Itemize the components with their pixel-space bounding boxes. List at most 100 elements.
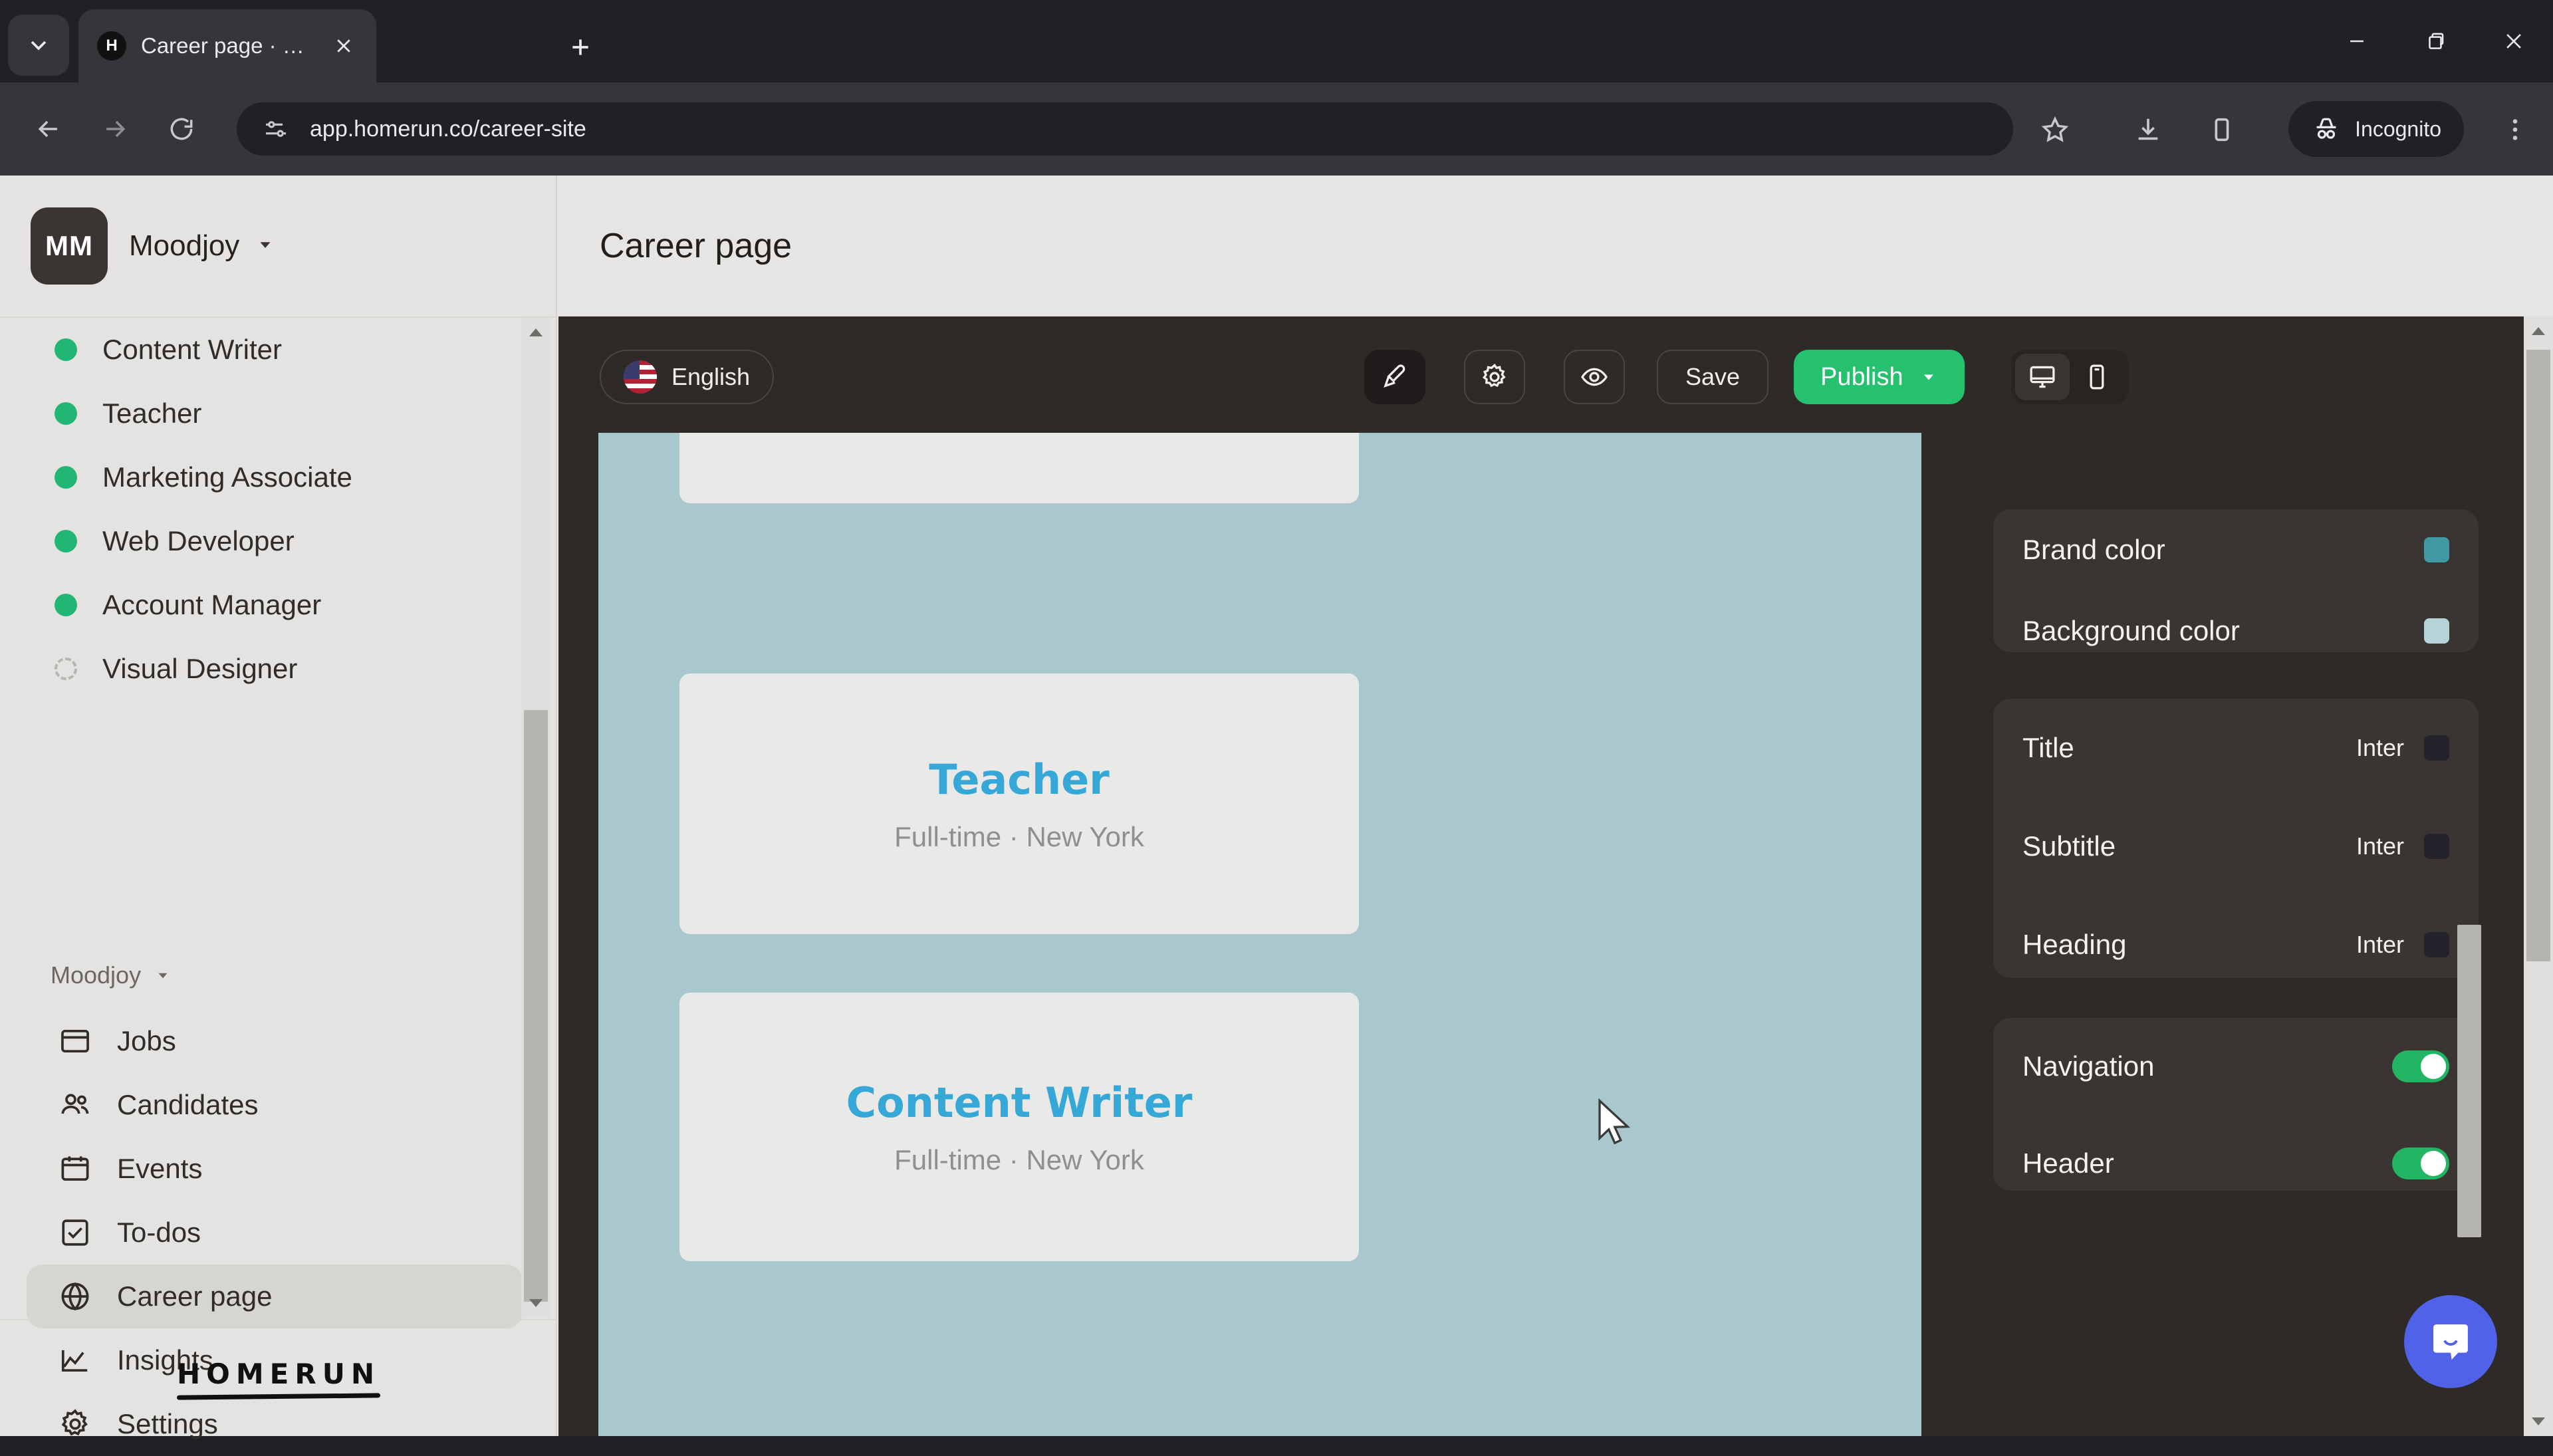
forward-button[interactable] [90,104,140,154]
nav-group-label: Moodjoy [51,961,142,989]
page-scrollbar-thumb[interactable] [2526,350,2550,961]
back-button[interactable] [24,104,73,154]
maximize-icon [2429,33,2444,49]
background-color-row[interactable]: Background color [2022,590,2449,671]
checkbox-icon [56,1213,94,1252]
font-name: Inter [2356,931,2404,958]
job-list-item[interactable]: Visual Designer [0,637,557,701]
save-button[interactable]: Save [1657,350,1768,404]
us-flag-icon [624,360,657,394]
page-title: Career page [600,227,792,265]
navigation-toggle-row[interactable]: Navigation [2022,1018,2449,1115]
settings-tool-button[interactable] [1464,350,1525,404]
job-card-title: Content Writer [846,1078,1193,1127]
header-toggle-row[interactable]: Header [2022,1115,2449,1212]
job-list-item[interactable]: Teacher [0,382,557,445]
page-header: Career page [558,176,2553,316]
page-scrollbar[interactable] [2524,316,2553,1436]
bookmark-button[interactable] [2036,110,2074,149]
style-panel-scrollbar[interactable] [2455,925,2484,1244]
workspace-initials: MM [45,230,93,261]
device-mobile-button[interactable] [2070,354,2124,400]
scroll-down-button[interactable] [521,1288,550,1318]
tab-search-button[interactable] [8,15,69,76]
design-tool-button[interactable] [1364,350,1425,404]
workspace-switcher[interactable]: MM Moodjoy [0,176,557,318]
navigation-toggle[interactable] [2392,1050,2449,1082]
device-desktop-button[interactable] [2015,354,2070,400]
style-panel-scrollbar-thumb[interactable] [2457,925,2481,1237]
homerun-logo: HOMERUN [177,1358,380,1400]
background-color-swatch[interactable] [2424,618,2449,644]
job-list-item[interactable]: Account Manager [0,573,557,637]
scroll-up-button[interactable] [2524,316,2553,346]
close-tab-button[interactable] [328,31,359,61]
browser-tab[interactable]: H Career page · Homerun [78,9,376,82]
people-icon [56,1086,94,1124]
scroll-down-button[interactable] [2524,1407,2553,1436]
job-card[interactable]: Teacher Full-time · New York [679,673,1359,934]
site-info-button[interactable] [259,112,293,146]
intercom-launcher-button[interactable] [2404,1295,2497,1388]
job-list-item[interactable]: Marketing Associate [0,445,557,509]
typography-color-swatch[interactable] [2424,834,2449,859]
nav-group-switcher[interactable]: Moodjoy [51,961,172,989]
gear-icon [1483,363,1506,388]
typography-row-title[interactable]: Title Inter [2022,699,2449,797]
font-name: Inter [2356,734,2404,761]
incognito-indicator[interactable]: Incognito [2288,101,2464,157]
new-tab-button[interactable] [558,25,602,69]
side-panel-button[interactable] [2202,110,2241,149]
job-card-partial[interactable] [679,433,1359,503]
sidebar-item-todos[interactable]: To-dos [27,1201,523,1265]
brand-color-row[interactable]: Brand color [2022,509,2449,590]
job-label: Visual Designer [102,653,298,684]
forward-arrow-icon [106,120,126,138]
header-toggle[interactable] [2392,1148,2449,1179]
career-page-preview[interactable]: Teacher Full-time · New York Content Wri… [598,433,1921,1436]
sidebar-scrollbar[interactable] [521,318,550,1318]
brand-color-swatch[interactable] [2424,537,2449,562]
scroll-up-button[interactable] [521,318,550,347]
preview-tool-button[interactable] [1564,350,1625,404]
typography-label: Heading [2022,929,2127,960]
toggle-knob [2421,1054,2446,1079]
sidebar-item-label: Career page [117,1280,273,1312]
career-page-editor: English Save Publish Teacher Full-time ·… [558,316,2553,1436]
status-dot-open [55,402,77,425]
status-dot-draft [55,658,77,680]
globe-icon [56,1277,94,1316]
job-card[interactable]: Content Writer Full-time · New York [679,993,1359,1261]
reload-button[interactable] [157,104,206,154]
publish-button[interactable]: Publish [1794,350,1965,404]
typography-color-swatch[interactable] [2424,735,2449,761]
style-panel: Brand color Background color Title Inter… [1981,433,2513,1436]
minimize-button[interactable] [2318,0,2396,82]
job-list-item[interactable]: Content Writer [0,318,557,382]
downloads-button[interactable] [2129,110,2167,149]
status-dot-open [55,466,77,489]
kebab-menu-icon [2512,119,2518,140]
window-close-button[interactable] [2475,0,2553,82]
typography-color-swatch[interactable] [2424,932,2449,957]
caret-down-icon [2532,1417,2545,1425]
tab-favicon: H [97,31,126,61]
job-list-item[interactable]: Web Developer [0,509,557,573]
phone-icon [2090,364,2104,390]
job-label: Web Developer [102,525,295,556]
download-icon [2138,118,2158,140]
job-list: Content Writer Teacher Marketing Associa… [0,318,557,1036]
sidebar-item-label: To-dos [117,1217,201,1248]
language-selector[interactable]: English [600,350,775,404]
typography-row-subtitle[interactable]: Subtitle Inter [2022,797,2449,896]
typography-row-heading[interactable]: Heading Inter [2022,896,2449,994]
sidebar-scrollbar-thumb[interactable] [524,710,548,1302]
sidebar-item-jobs[interactable]: Jobs [27,1009,523,1073]
sidebar-item-candidates[interactable]: Candidates [27,1073,523,1137]
sidebar-item-events[interactable]: Events [27,1137,523,1201]
caret-up-icon [2532,327,2545,335]
job-label: Account Manager [102,589,322,620]
omnibox[interactable]: app.homerun.co/career-site [237,102,2013,156]
browser-menu-button[interactable] [2496,110,2534,149]
maximize-button[interactable] [2396,0,2475,82]
